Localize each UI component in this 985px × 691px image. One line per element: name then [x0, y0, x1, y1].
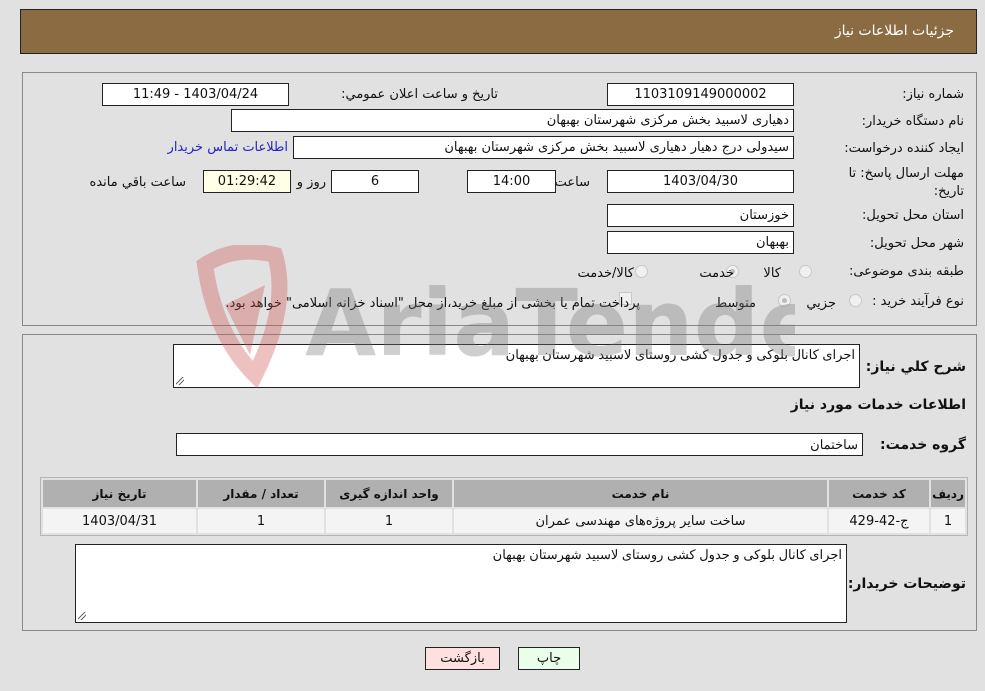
- page-header: جزئیات اطلاعات نیاز: [20, 9, 977, 54]
- back-button[interactable]: بازگشت: [425, 647, 500, 670]
- cell-service-code: ج-42-429: [829, 509, 929, 533]
- days-label: روز و: [296, 175, 326, 190]
- col-header-row-number: ردیف: [931, 480, 965, 507]
- buyer-org-label: نام دستگاه خریدار:: [861, 114, 964, 129]
- city-field: بهبهان: [607, 231, 794, 254]
- deadline-date-field: 1403/04/30: [607, 170, 794, 193]
- announce-datetime-label: تاریخ و ساعت اعلان عمومي:: [341, 87, 498, 102]
- purchase-type-option-small: جزيي: [806, 296, 836, 311]
- resize-handle-icon[interactable]: [78, 612, 86, 620]
- time-remaining-label: ساعت باقي مانده: [89, 175, 186, 190]
- time-remaining-field: 01:29:42: [203, 170, 291, 193]
- print-button[interactable]: چاپ: [518, 647, 580, 670]
- buyer-notes-text: اجرای کانال بلوکی و جدول کشی روستای لاسب…: [492, 547, 842, 562]
- requester-label: ایجاد کننده درخواست:: [844, 141, 964, 156]
- details-panel: شرح کلي نیاز: اجرای کانال بلوکی و جدول ک…: [22, 334, 977, 631]
- buyer-notes-label: توضیحات خریدار:: [847, 576, 966, 592]
- need-number-field: 1103109149000002: [607, 83, 794, 106]
- description-text: اجرای کانال بلوکی و جدول کشی روستای لاسب…: [505, 347, 855, 362]
- cell-need-date: 1403/04/31: [43, 509, 196, 533]
- cell-service-name: ساخت سایر پروژه‌های مهندسی عمران: [454, 509, 827, 533]
- resize-handle-icon[interactable]: [176, 377, 184, 385]
- description-label: شرح کلي نیاز:: [865, 359, 966, 375]
- category-option-goods-service: کالا/خدمت: [577, 266, 634, 281]
- services-section-title: اطلاعات خدمات مورد نیاز: [790, 397, 966, 413]
- deadline-label: مهلت ارسال پاسخ: تا تاریخ:: [848, 166, 964, 199]
- days-remaining-field: 6: [331, 170, 419, 193]
- table-header-row: ردیف کد خدمت نام خدمت واحد اندازه گیری ت…: [43, 480, 965, 507]
- category-option-goods: کالا: [763, 266, 781, 281]
- deadline-time-field: 14:00: [467, 170, 556, 193]
- category-radio-goods-service[interactable]: [635, 265, 648, 278]
- purchase-type-label: نوع فرآیند خرید :: [872, 294, 964, 309]
- service-group-field: ساختمان: [176, 433, 863, 456]
- category-option-service: خدمت: [699, 266, 734, 281]
- province-field: خوزستان: [607, 204, 794, 227]
- page-title: جزئیات اطلاعات نیاز: [834, 23, 954, 39]
- description-textarea[interactable]: اجرای کانال بلوکی و جدول کشی روستای لاسب…: [173, 344, 860, 388]
- cell-row-number: 1: [931, 509, 965, 533]
- col-header-unit: واحد اندازه گیری: [326, 480, 452, 507]
- cell-unit: 1: [326, 509, 452, 533]
- col-header-service-name: نام خدمت: [454, 480, 827, 507]
- purchase-type-option-medium: متوسط: [715, 296, 756, 311]
- table-row: 1 ج-42-429 ساخت سایر پروژه‌های مهندسی عم…: [43, 509, 965, 533]
- province-label: استان محل تحویل:: [862, 208, 964, 223]
- buyer-contact-link[interactable]: اطلاعات تماس خریدار: [168, 140, 288, 155]
- category-label: طبقه بندی موضوعی:: [848, 264, 964, 279]
- deadline-time-label: ساعت: [554, 175, 590, 190]
- requester-field: سیدولی درج دهیار دهیاری لاسبید بخش مرکزی…: [293, 136, 794, 159]
- purchase-type-radio-small[interactable]: [849, 294, 862, 307]
- col-header-service-code: کد خدمت: [829, 480, 929, 507]
- cell-quantity: 1: [198, 509, 324, 533]
- services-table: ردیف کد خدمت نام خدمت واحد اندازه گیری ت…: [40, 477, 968, 536]
- city-label: شهر محل تحویل:: [869, 236, 964, 251]
- col-header-need-date: تاریخ نیاز: [43, 480, 196, 507]
- need-number-label: شماره نیاز:: [902, 87, 964, 102]
- general-info-panel: شماره نیاز: 1103109149000002 تاریخ و ساع…: [22, 72, 977, 326]
- service-group-label: گروه خدمت:: [880, 437, 966, 453]
- purchase-type-radio-medium[interactable]: [778, 294, 791, 307]
- buyer-org-field: دهیاری لاسبید بخش مرکزی شهرستان بهبهان: [231, 109, 794, 132]
- buyer-notes-textarea[interactable]: اجرای کانال بلوکی و جدول کشی روستای لاسب…: [75, 544, 847, 623]
- treasury-checkbox-label: پرداخت تمام یا بخشی از مبلغ خرید،از محل …: [225, 296, 640, 311]
- announce-datetime-field: 1403/04/24 - 11:49: [102, 83, 289, 106]
- category-radio-goods[interactable]: [799, 265, 812, 278]
- col-header-quantity: تعداد / مقدار: [198, 480, 324, 507]
